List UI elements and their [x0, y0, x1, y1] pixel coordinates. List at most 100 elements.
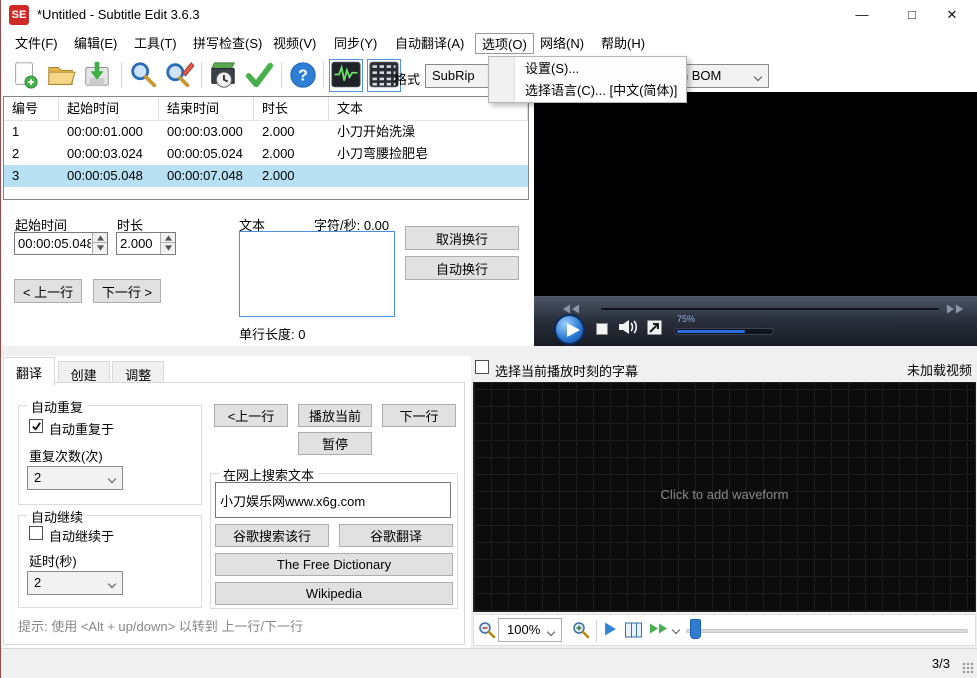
menu-autotranslate[interactable]: 自动翻译(A) — [389, 33, 470, 54]
spell-check-button[interactable] — [243, 59, 275, 91]
video-player: 75% — [534, 92, 977, 346]
toolbar-separator — [323, 62, 324, 88]
delay-dropdown[interactable]: 2 — [27, 571, 123, 595]
delay-value: 2 — [34, 575, 42, 590]
auto-repeat-checkbox[interactable] — [29, 419, 43, 433]
select-current-subtitle-label: 选择当前播放时刻的字幕 — [495, 364, 639, 379]
free-dictionary-button[interactable]: The Free Dictionary — [215, 553, 453, 576]
waveform-canvas[interactable]: Click to add waveform — [473, 382, 976, 612]
google-translate-button[interactable]: 谷歌翻译 — [339, 524, 453, 547]
navigation-hint: 提示: 使用 <Alt + up/down> 以转到 上一行/下一行 — [18, 619, 303, 634]
no-video-loaded-label: 未加载视频 — [906, 363, 972, 378]
zoom-level-value: 100% — [507, 622, 541, 637]
menu-file[interactable]: 文件(F) — [9, 33, 64, 54]
menu-video[interactable]: 视频(V) — [267, 33, 322, 54]
toggle-waveform-button[interactable] — [329, 59, 363, 92]
spinner-buttons[interactable] — [92, 233, 107, 254]
play-button[interactable] — [554, 314, 585, 345]
column-header-duration[interactable]: 时长 — [254, 97, 329, 120]
waveform-controls: 100% — [473, 614, 976, 646]
autobreak-button[interactable]: 自动换行 — [405, 256, 519, 280]
new-file-icon — [15, 62, 38, 89]
column-header-number[interactable]: 编号 — [4, 97, 59, 120]
start-time-input[interactable] — [15, 233, 91, 254]
menu-network[interactable]: 网络(N) — [534, 33, 590, 54]
zoom-out-button[interactable] — [478, 621, 496, 642]
delay-label: 延时(秒) — [29, 554, 77, 569]
tab-translate[interactable]: 翻译 — [3, 357, 56, 387]
prev-line-button[interactable]: < 上一行 — [14, 279, 82, 303]
play-current-button[interactable]: 播放当前 — [298, 404, 372, 427]
select-current-subtitle-checkbox[interactable] — [475, 360, 489, 374]
spinner-buttons[interactable] — [160, 233, 175, 254]
start-time-spinner[interactable] — [14, 232, 108, 255]
video-display[interactable] — [534, 92, 977, 296]
zoom-level-combobox[interactable]: 100% — [498, 618, 562, 642]
save-button[interactable] — [81, 59, 113, 91]
help-button[interactable]: ? — [287, 59, 319, 91]
single-line-length: 单行长度: 0 — [239, 327, 306, 342]
show-columns-button[interactable] — [624, 621, 643, 642]
new-file-button[interactable] — [9, 59, 41, 91]
menu-item-choose-language[interactable]: 选择语言(C)... [中文(简体)] — [515, 80, 686, 102]
duration-input[interactable] — [117, 233, 159, 254]
table-row[interactable]: 1 00:00:01.000 00:00:03.000 2.000 小刀开始洗澡 — [4, 121, 528, 143]
find-button[interactable] — [127, 59, 159, 91]
position-slider-track[interactable] — [686, 629, 968, 633]
table-row[interactable]: 2 00:00:03.024 00:00:05.024 2.000 小刀弯腰捡肥… — [4, 143, 528, 165]
menu-options[interactable]: 选项(O) — [475, 33, 534, 54]
menu-tools[interactable]: 工具(T) — [128, 33, 183, 54]
waveform-play-button[interactable] — [604, 621, 617, 640]
close-button[interactable]: ✕ — [929, 0, 975, 30]
seek-bar[interactable] — [600, 307, 940, 311]
menu-item-settings[interactable]: 设置(S)... — [515, 58, 686, 80]
spin-down-icon — [96, 245, 104, 251]
pause-button[interactable]: 暂停 — [298, 432, 372, 455]
auto-repeat-checkbox-label: 自动重复于 — [49, 422, 115, 437]
next-line-button-bottom[interactable]: 下一行 — [382, 404, 456, 427]
menu-help[interactable]: 帮助(H) — [595, 33, 651, 54]
wikipedia-button[interactable]: Wikipedia — [215, 582, 453, 605]
subtitle-list: 编号 起始时间 结束时间 时长 文本 1 00:00:01.000 00:00:… — [3, 96, 529, 200]
volume-icon[interactable] — [618, 319, 640, 338]
zoom-in-button[interactable] — [572, 621, 590, 642]
menu-spellcheck[interactable]: 拼写检查(S) — [187, 33, 268, 54]
waveform-icon — [331, 61, 361, 88]
cell-text: 小刀开始洗澡 — [337, 124, 416, 139]
waveform-placeholder: Click to add waveform — [660, 487, 789, 502]
unbreak-button[interactable]: 取消换行 — [405, 226, 519, 250]
column-header-end[interactable]: 结束时间 — [159, 97, 254, 120]
visual-sync-button[interactable] — [207, 59, 239, 91]
seek-back-icon[interactable] — [562, 302, 584, 314]
auto-continue-checkbox[interactable] — [29, 526, 43, 540]
cell-end: 00:00:05.024 — [167, 146, 243, 161]
cell-start: 00:00:05.048 — [67, 168, 143, 183]
resize-grip-icon[interactable] — [962, 662, 974, 674]
column-header-start[interactable]: 起始时间 — [59, 97, 159, 120]
play-icon — [567, 323, 580, 337]
volume-slider[interactable] — [674, 328, 774, 335]
prev-line-button-bottom[interactable]: <上一行 — [214, 404, 288, 427]
menu-edit[interactable]: 编辑(E) — [68, 33, 123, 54]
next-line-button[interactable]: 下一行 > — [93, 279, 161, 303]
google-search-button[interactable]: 谷歌搜索该行 — [215, 524, 329, 547]
search-text-input[interactable] — [215, 482, 451, 518]
replace-button[interactable] — [163, 59, 195, 91]
subtitle-text-area[interactable] — [239, 231, 395, 317]
spin-down-icon — [164, 245, 172, 251]
duration-spinner[interactable] — [116, 232, 176, 255]
stop-button[interactable] — [596, 323, 608, 335]
status-bar: 3/3 — [1, 648, 977, 678]
repeat-count-dropdown[interactable]: 2 — [27, 466, 123, 490]
seek-forward-icon[interactable] — [946, 302, 968, 314]
cell-end: 00:00:03.000 — [167, 124, 243, 139]
open-file-button[interactable] — [45, 59, 77, 91]
app-logo-icon: SE — [9, 5, 29, 25]
position-slider-thumb[interactable] — [690, 619, 701, 639]
table-row-selected[interactable]: 3 00:00:05.048 00:00:07.048 2.000 — [4, 165, 528, 187]
menu-sync[interactable]: 同步(Y) — [328, 33, 383, 54]
playback-speed-button[interactable] — [649, 621, 681, 639]
minimize-button[interactable]: — — [839, 0, 885, 30]
fullscreen-button[interactable] — [647, 320, 662, 338]
toolbar-separator — [201, 62, 202, 88]
